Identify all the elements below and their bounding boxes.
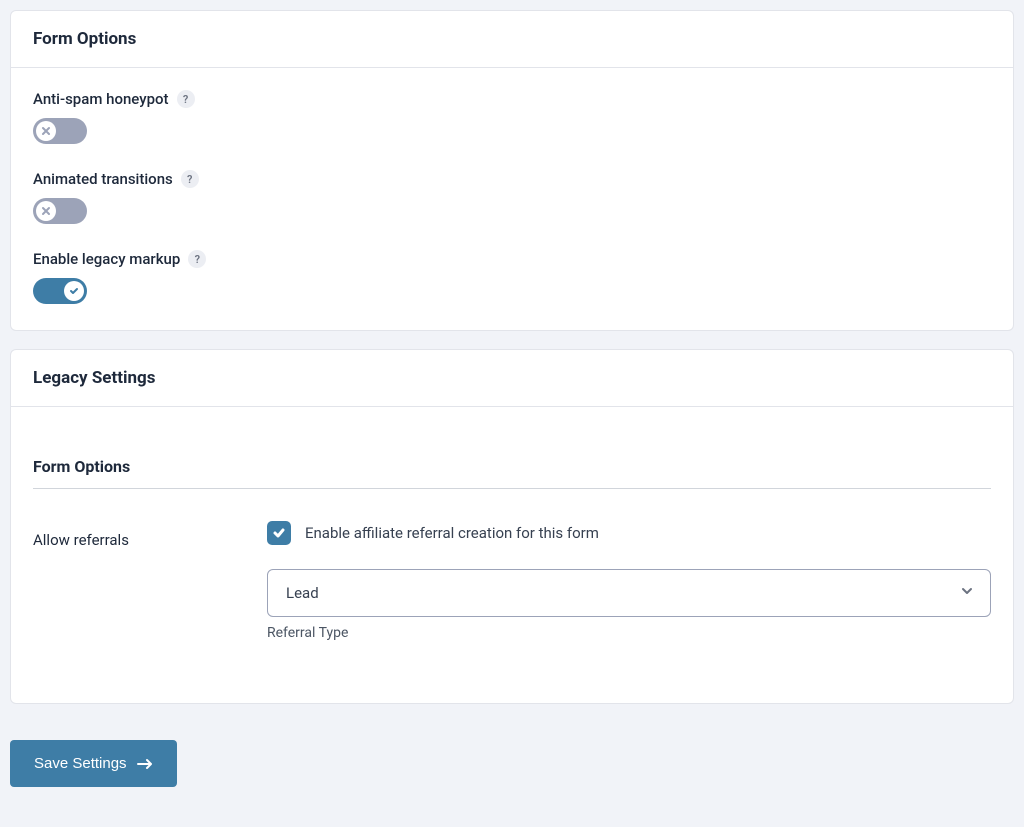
x-icon	[41, 206, 51, 216]
allow-referrals-checkbox[interactable]	[267, 521, 291, 545]
setting-label: Enable legacy markup	[33, 250, 180, 268]
x-icon	[41, 126, 51, 136]
field-label: Allow referrals	[33, 521, 243, 549]
allow-referrals-row: Allow referrals Enable affiliate referra…	[33, 521, 991, 641]
field-control: Enable affiliate referral creation for t…	[267, 521, 991, 641]
setting-label-row: Enable legacy markup ?	[33, 250, 991, 268]
form-options-panel: Form Options Anti-spam honeypot ? Animat…	[10, 10, 1014, 331]
panel-title: Form Options	[33, 29, 991, 49]
panel-title: Legacy Settings	[33, 368, 991, 388]
toggle-knob	[36, 201, 56, 221]
check-icon	[272, 526, 286, 540]
legacy-settings-panel: Legacy Settings Form Options Allow refer…	[10, 349, 1014, 704]
panel-body: Anti-spam honeypot ? Animated transition…	[11, 68, 1013, 330]
check-icon	[69, 286, 79, 296]
checkbox-label: Enable affiliate referral creation for t…	[305, 524, 599, 542]
arrow-right-icon	[137, 758, 153, 770]
help-icon[interactable]: ?	[188, 250, 206, 268]
toggle-knob	[36, 121, 56, 141]
setting-label: Anti-spam honeypot	[33, 90, 169, 108]
button-label: Save Settings	[34, 755, 127, 772]
subheading-row: Form Options	[33, 457, 991, 489]
checkbox-row: Enable affiliate referral creation for t…	[267, 521, 991, 545]
legacy-markup-toggle[interactable]	[33, 278, 87, 304]
setting-honeypot: Anti-spam honeypot ?	[33, 90, 991, 148]
setting-transitions: Animated transitions ?	[33, 170, 991, 228]
setting-label: Animated transitions	[33, 170, 173, 188]
panel-header: Form Options	[11, 11, 1013, 68]
honeypot-toggle[interactable]	[33, 118, 87, 144]
referral-type-select[interactable]: Lead	[267, 569, 991, 617]
setting-legacy-markup: Enable legacy markup ?	[33, 250, 991, 308]
save-settings-button[interactable]: Save Settings	[10, 740, 177, 787]
setting-label-row: Anti-spam honeypot ?	[33, 90, 991, 108]
panel-header: Legacy Settings	[11, 350, 1013, 407]
setting-label-row: Animated transitions ?	[33, 170, 991, 188]
panel-body: Form Options Allow referrals Enable affi…	[11, 407, 1013, 703]
toggle-knob	[64, 281, 84, 301]
select-box: Lead	[267, 569, 991, 617]
select-value: Lead	[286, 584, 319, 602]
help-icon[interactable]: ?	[181, 170, 199, 188]
subheading: Form Options	[33, 457, 991, 476]
transitions-toggle[interactable]	[33, 198, 87, 224]
help-icon[interactable]: ?	[177, 90, 195, 108]
select-sublabel: Referral Type	[267, 625, 991, 641]
